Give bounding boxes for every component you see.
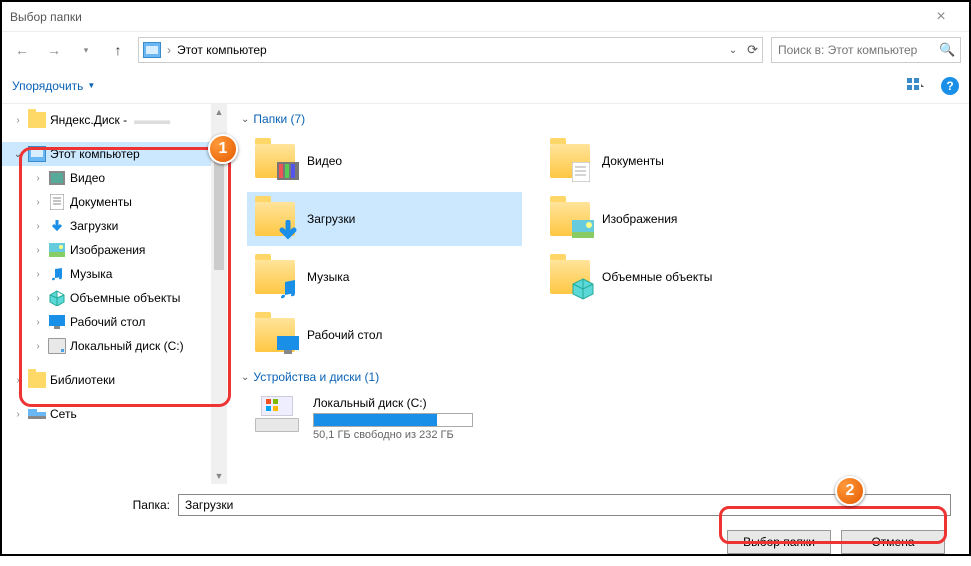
- chevron-down-icon: ▼: [87, 81, 95, 90]
- tree-item-video[interactable]: › Видео: [2, 166, 227, 190]
- cancel-button[interactable]: Отмена: [841, 530, 945, 554]
- folder-icon: [255, 202, 295, 236]
- tree-label: Локальный диск (C:): [70, 339, 184, 353]
- tree-label: Объемные объекты: [70, 291, 180, 305]
- tree-item-music[interactable]: › Музыка: [2, 262, 227, 286]
- folder-label: Музыка: [307, 270, 349, 284]
- tree-label: Загрузки: [70, 219, 118, 233]
- libraries-icon: [28, 372, 46, 388]
- address-text: Этот компьютер: [177, 43, 267, 57]
- folder-label: Загрузки: [307, 212, 355, 226]
- folder-label: Объемные объекты: [602, 270, 712, 284]
- folder-music[interactable]: Музыка: [247, 250, 522, 304]
- scroll-up-icon[interactable]: ▲: [211, 104, 227, 120]
- redacted: ▬▬▬: [134, 113, 170, 127]
- drives-section-header[interactable]: ⌄ Устройства и диски (1): [241, 370, 957, 384]
- forward-button[interactable]: →: [42, 38, 66, 62]
- tree-label: Яндекс.Диск -: [50, 113, 127, 127]
- address-bar[interactable]: › Этот компьютер ⌄ ⟳: [138, 37, 763, 63]
- tree-item-yandex[interactable]: › Яндекс.Диск - ▬▬▬: [2, 108, 227, 132]
- tree-label: Библиотеки: [50, 373, 115, 387]
- chevron-right-icon: ›: [167, 43, 171, 57]
- tree-label: Рабочий стол: [70, 315, 145, 329]
- downloads-icon: [48, 218, 66, 234]
- help-icon[interactable]: ?: [941, 77, 959, 95]
- drive-icon: [255, 396, 299, 432]
- cube-icon: [48, 290, 66, 306]
- navigation-tree: › Яндекс.Диск - ▬▬▬ ⌄ Этот компьютер › В…: [2, 104, 227, 484]
- annotation-badge-1: 1: [208, 134, 238, 164]
- folder-pictures[interactable]: Изображения: [542, 192, 817, 246]
- folder-desktop[interactable]: Рабочий стол: [247, 308, 522, 362]
- folder-label: Изображения: [602, 212, 677, 226]
- up-button[interactable]: ↑: [106, 38, 130, 62]
- folder-downloads[interactable]: Загрузки: [247, 192, 522, 246]
- folder-icon: [255, 318, 295, 352]
- tree-item-this-pc[interactable]: ⌄ Этот компьютер: [2, 142, 227, 166]
- drive-label: Локальный диск (C:): [313, 396, 639, 410]
- folder-label: Видео: [307, 154, 342, 168]
- search-input[interactable]: 🔍: [771, 37, 961, 63]
- tree-label: Музыка: [70, 267, 112, 281]
- select-folder-button[interactable]: Выбор папки: [727, 530, 831, 554]
- window-title: Выбор папки: [10, 10, 921, 24]
- folder-icon: [255, 144, 295, 178]
- desktop-icon: [48, 314, 66, 330]
- view-options-button[interactable]: [907, 78, 925, 94]
- drive-usage-bar: [313, 413, 473, 427]
- folder-label: Документы: [602, 154, 664, 168]
- folder-video[interactable]: Видео: [247, 134, 522, 188]
- folder-name-input[interactable]: [178, 494, 951, 516]
- tree-item-downloads[interactable]: › Загрузки: [2, 214, 227, 238]
- section-label: Устройства и диски (1): [253, 370, 379, 384]
- back-button[interactable]: ←: [10, 38, 34, 62]
- folder-icon: [550, 202, 590, 236]
- search-field[interactable]: [778, 43, 933, 57]
- folder-icon: [255, 260, 295, 294]
- folders-section-header[interactable]: ⌄ Папки (7): [241, 112, 957, 126]
- tree-label: Сеть: [50, 407, 77, 421]
- tree-label: Документы: [70, 195, 132, 209]
- annotation-badge-2: 2: [835, 476, 865, 506]
- tree-item-libraries[interactable]: › Библиотеки: [2, 368, 227, 392]
- chevron-down-icon[interactable]: ⌄: [729, 45, 737, 56]
- tree-label: Изображения: [70, 243, 145, 257]
- tree-item-3d[interactable]: › Объемные объекты: [2, 286, 227, 310]
- this-pc-icon: [143, 42, 161, 58]
- refresh-icon[interactable]: ⟳: [747, 42, 758, 58]
- search-icon: 🔍: [939, 42, 955, 58]
- recent-dropdown[interactable]: ▾: [74, 38, 98, 62]
- network-icon: [28, 406, 46, 422]
- video-icon: [48, 170, 66, 186]
- folder-3d[interactable]: Объемные объекты: [542, 250, 817, 304]
- tree-item-desktop[interactable]: › Рабочий стол: [2, 310, 227, 334]
- tree-item-drive-c[interactable]: › Локальный диск (C:): [2, 334, 227, 358]
- folder-documents[interactable]: Документы: [542, 134, 817, 188]
- folder-icon: [550, 144, 590, 178]
- tree-item-documents[interactable]: › Документы: [2, 190, 227, 214]
- tree-label: Видео: [70, 171, 105, 185]
- section-label: Папки (7): [253, 112, 305, 126]
- organize-menu[interactable]: Упорядочить ▼: [12, 79, 95, 93]
- chevron-down-icon: ⌄: [241, 114, 249, 125]
- folder-label: Рабочий стол: [307, 328, 382, 342]
- folder-icon: [28, 112, 46, 128]
- chevron-down-icon: ⌄: [241, 372, 249, 383]
- drive-free-label: 50,1 ГБ свободно из 232 ГБ: [313, 429, 639, 441]
- pictures-icon: [48, 242, 66, 258]
- close-icon[interactable]: ×: [921, 8, 961, 26]
- tree-item-pictures[interactable]: › Изображения: [2, 238, 227, 262]
- tree-item-network[interactable]: › Сеть: [2, 402, 227, 426]
- music-icon: [48, 266, 66, 282]
- drive-c[interactable]: Локальный диск (C:) 50,1 ГБ свободно из …: [247, 392, 647, 445]
- organize-label: Упорядочить: [12, 79, 83, 93]
- drive-icon: [48, 338, 66, 354]
- documents-icon: [48, 194, 66, 210]
- tree-label: Этот компьютер: [50, 147, 140, 161]
- folder-icon: [550, 260, 590, 294]
- scroll-down-icon[interactable]: ▼: [211, 468, 227, 484]
- folder-field-label: Папка:: [20, 498, 170, 512]
- this-pc-icon: [28, 146, 46, 162]
